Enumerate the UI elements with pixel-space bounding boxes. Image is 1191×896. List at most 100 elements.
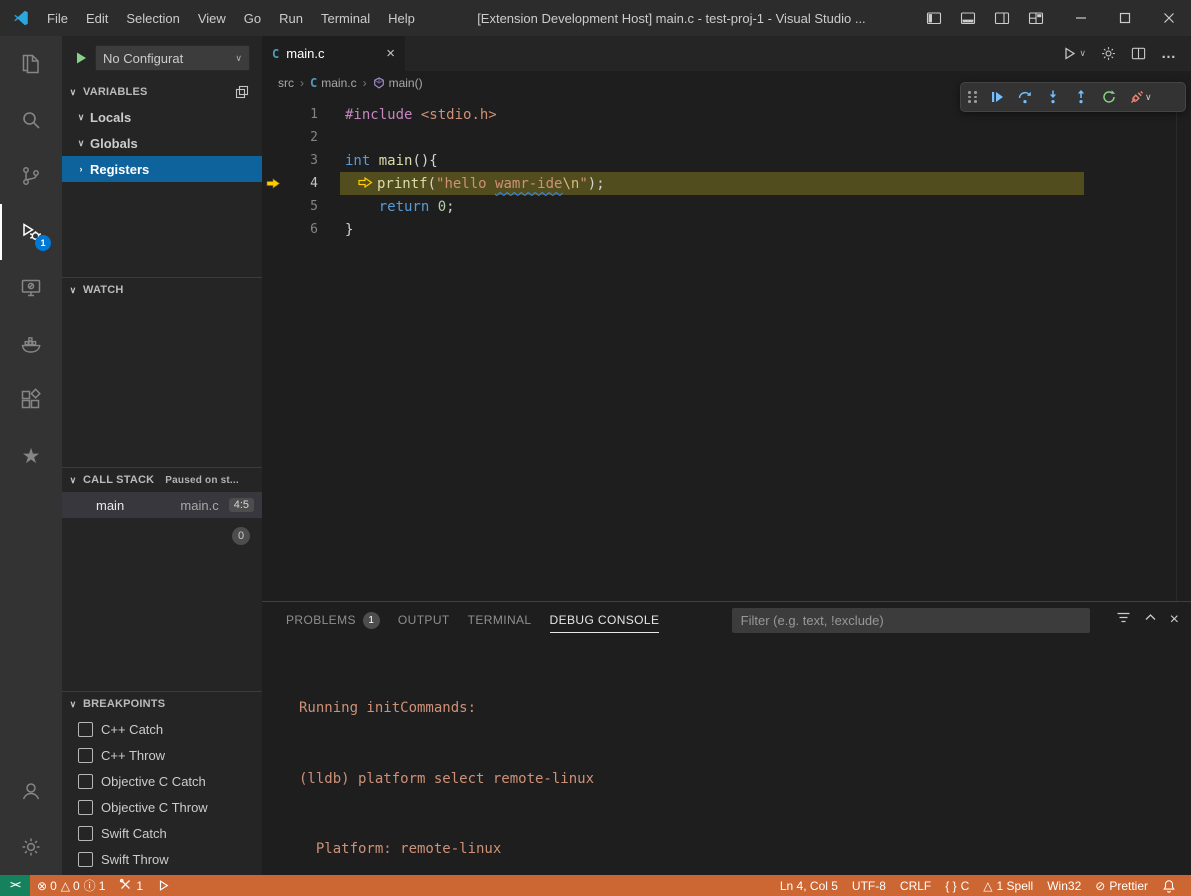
problems-count-badge: 1: [363, 612, 380, 629]
toolbar-drag-handle[interactable]: [968, 91, 978, 103]
breakpoint-label: C++ Catch: [101, 722, 163, 737]
code-line[interactable]: 3 int main(){: [262, 149, 1191, 172]
docker-icon[interactable]: [0, 316, 62, 372]
run-and-debug-icon[interactable]: 1: [0, 204, 62, 260]
breadcrumb-folder[interactable]: src: [278, 76, 294, 90]
tab-close-icon[interactable]: ×: [386, 46, 395, 61]
scope-globals[interactable]: ∨Globals: [62, 130, 262, 156]
workbench: 1 ★ No Configurat ∨ ∨ VARIABLES: [0, 36, 1191, 875]
symbol-method-icon: [373, 77, 385, 89]
checkbox[interactable]: [78, 774, 93, 789]
debug-sidebar: No Configurat ∨ ∨ VARIABLES ∨Locals ∨Glo…: [62, 36, 262, 875]
maximize-panel-icon[interactable]: [1144, 611, 1157, 629]
watch-title: WATCH: [83, 284, 124, 296]
minimize-button[interactable]: [1059, 0, 1103, 36]
console-filter-input[interactable]: [732, 608, 1090, 633]
maximize-button[interactable]: [1103, 0, 1147, 36]
step-out-button[interactable]: [1067, 84, 1095, 110]
console-line: (lldb) platform select remote-linux: [299, 768, 1191, 792]
breakpoint-label: Swift Throw: [101, 852, 169, 867]
panel-actions: ×: [1108, 610, 1179, 630]
breakpoints-section-header[interactable]: ∨ BREAKPOINTS: [62, 692, 262, 716]
extensions-icon[interactable]: [0, 372, 62, 428]
tab-problems[interactable]: PROBLEMS1: [286, 602, 380, 638]
stack-frame-row[interactable]: main main.c 4:5: [62, 492, 262, 518]
problems-status[interactable]: ⊗0 △0 ⓘ1: [30, 875, 112, 896]
step-into-button[interactable]: [1039, 84, 1067, 110]
code-token: }: [345, 222, 353, 238]
code-line[interactable]: 6 }: [262, 218, 1191, 241]
menu-go[interactable]: Go: [235, 0, 270, 36]
editor-scrollbar[interactable]: [1176, 95, 1191, 601]
restart-button[interactable]: [1095, 84, 1123, 110]
code-editor[interactable]: 1 #include <stdio.h> 2 3 int main(){: [262, 95, 1191, 601]
session-count-badge: 0: [232, 527, 250, 545]
explorer-icon[interactable]: [0, 36, 62, 92]
checkbox[interactable]: [78, 722, 93, 737]
start-debugging-icon[interactable]: [74, 51, 88, 65]
checkbox[interactable]: [78, 852, 93, 867]
close-panel-icon[interactable]: ×: [1170, 612, 1179, 628]
editor-group: C main.c × ∨ … src › Cmain.c › main(): [262, 36, 1191, 875]
menu-selection[interactable]: Selection: [117, 0, 188, 36]
more-actions-icon[interactable]: …: [1161, 45, 1177, 62]
customize-layout-icon[interactable]: [1021, 5, 1051, 31]
menu-help[interactable]: Help: [379, 0, 424, 36]
code-line[interactable]: 5 return 0;: [262, 195, 1191, 218]
remote-explorer-icon[interactable]: [0, 260, 62, 316]
star-icon[interactable]: ★: [0, 428, 62, 484]
watch-section-header[interactable]: ∨ WATCH: [62, 278, 262, 302]
code-line-current[interactable]: 4 printf("hello wamr-ide\n");: [262, 172, 1191, 195]
code-token: int: [345, 153, 370, 169]
split-editor-icon[interactable]: [1131, 46, 1146, 61]
scope-locals[interactable]: ∨Locals: [62, 104, 262, 130]
line-number: 4: [284, 176, 318, 191]
debug-status-icon[interactable]: [150, 875, 177, 896]
menu-view[interactable]: View: [189, 0, 235, 36]
toggle-sidebar-icon[interactable]: [919, 5, 949, 31]
chevron-down-icon[interactable]: ∨: [1145, 92, 1152, 103]
settings-gear-icon[interactable]: [0, 819, 62, 875]
debug-sidebar-toolbar: No Configurat ∨: [62, 36, 262, 80]
accounts-icon[interactable]: [0, 763, 62, 819]
toolchain-status[interactable]: 1: [112, 875, 150, 896]
code-token: (: [428, 176, 436, 192]
variables-section-header[interactable]: ∨ VARIABLES: [62, 80, 262, 104]
current-line-arrow-icon[interactable]: [262, 178, 284, 189]
collapse-all-icon[interactable]: [235, 85, 258, 99]
debug-config-dropdown[interactable]: No Configurat ∨: [95, 45, 250, 71]
step-over-button[interactable]: [1011, 84, 1039, 110]
tab-output[interactable]: OUTPUT: [398, 602, 450, 638]
toggle-secondary-sidebar-icon[interactable]: [987, 5, 1017, 31]
scope-registers[interactable]: ›Registers: [62, 156, 262, 182]
close-button[interactable]: [1147, 0, 1191, 36]
toggle-panel-icon[interactable]: [953, 5, 983, 31]
chevron-down-icon: ∨: [66, 699, 80, 710]
source-control-icon[interactable]: [0, 148, 62, 204]
frame-position-badge: 4:5: [229, 498, 254, 512]
filter-lines-icon[interactable]: [1116, 610, 1131, 630]
continue-button[interactable]: [983, 84, 1011, 110]
menu-file[interactable]: File: [38, 0, 77, 36]
call-stack-section-header[interactable]: ∨ CALL STACK Paused on st...: [62, 468, 262, 492]
gear-icon[interactable]: [1101, 46, 1116, 61]
run-or-debug-icon[interactable]: ∨: [1062, 46, 1086, 61]
checkbox[interactable]: [78, 826, 93, 841]
console-line: Running initCommands:: [299, 697, 1191, 721]
menu-edit[interactable]: Edit: [77, 0, 117, 36]
search-icon[interactable]: [0, 92, 62, 148]
menu-run[interactable]: Run: [270, 0, 312, 36]
breadcrumb-symbol[interactable]: main(): [373, 76, 423, 90]
code-line[interactable]: 2: [262, 126, 1191, 149]
checkbox[interactable]: [78, 748, 93, 763]
checkbox[interactable]: [78, 800, 93, 815]
menu-terminal[interactable]: Terminal: [312, 0, 379, 36]
console-line: Platform: remote-linux: [299, 838, 1191, 862]
breakpoint-item: C++ Throw: [62, 742, 262, 768]
breadcrumb-file[interactable]: Cmain.c: [310, 76, 357, 90]
remote-indicator[interactable]: ><: [0, 875, 30, 896]
tab-main-c[interactable]: C main.c ×: [262, 36, 405, 71]
tab-debug-console[interactable]: DEBUG CONSOLE: [550, 602, 660, 638]
tab-terminal[interactable]: TERMINAL: [468, 602, 532, 638]
breakpoint-item: Swift Catch: [62, 820, 262, 846]
